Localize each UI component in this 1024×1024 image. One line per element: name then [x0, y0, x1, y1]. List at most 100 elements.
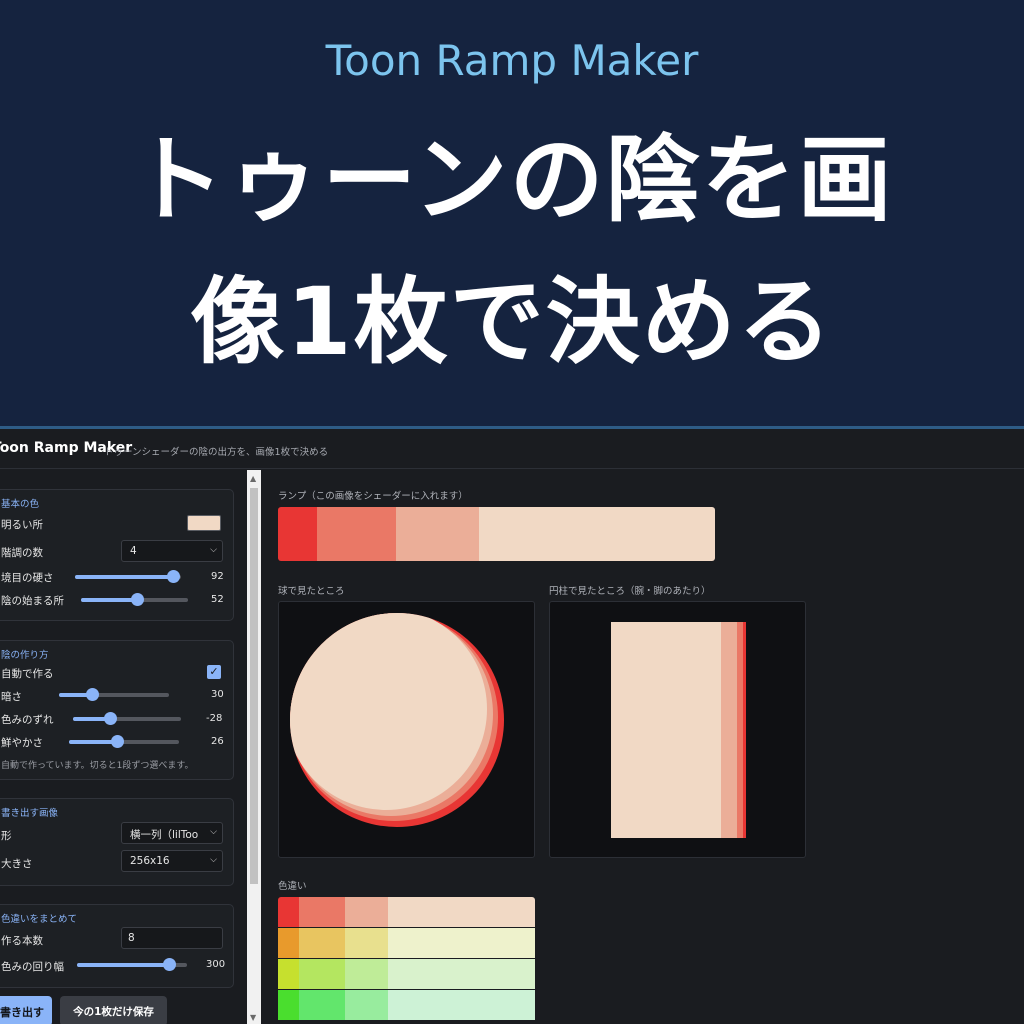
- hero-subtitle: Toon Ramp Maker: [325, 36, 699, 85]
- auto-generate-label: 自動で作る: [1, 668, 54, 680]
- hue-shift-value: -28: [206, 713, 223, 724]
- shadow-start-slider[interactable]: [81, 593, 188, 607]
- bright-color-label: 明るい所: [1, 519, 43, 531]
- variant-step: [344, 990, 389, 1020]
- chevron-down-icon: ⌵: [210, 855, 217, 865]
- slider-fill: [69, 740, 117, 744]
- save-current-button[interactable]: 今の1枚だけ保存: [60, 996, 167, 1024]
- shape-label: 形: [1, 830, 12, 842]
- variant-step: [298, 959, 345, 989]
- hue-shift-slider[interactable]: [73, 712, 181, 726]
- ramp-preview: [278, 507, 715, 561]
- variant-step: [344, 928, 389, 958]
- shape-value: 横一列（lilToo: [130, 829, 199, 841]
- slider-fill: [75, 575, 173, 579]
- slider-thumb[interactable]: [110, 735, 124, 748]
- variant-ramps: [278, 897, 535, 1024]
- app-header: Toon Ramp Maker トゥーンシェーダーの陰の出方を、画像1枚で決める: [0, 429, 1024, 469]
- panel-export-image: 書き出す画像 形 横一列（lilToo ⌵ 大きさ 256x16 ⌵: [0, 798, 234, 886]
- sidebar-scrollbar[interactable]: ▲ ▼: [247, 470, 261, 1024]
- scroll-up-arrow-icon[interactable]: ▲: [250, 474, 256, 483]
- panel-title: 色違いをまとめて: [1, 914, 78, 925]
- panel-title: 陰の作り方: [1, 650, 49, 661]
- slider-thumb[interactable]: [86, 688, 99, 701]
- hero-title-line-2: 像1枚で決める: [190, 268, 834, 377]
- app-subtitle: トゥーンシェーダーの陰の出方を、画像1枚で決める: [104, 447, 329, 458]
- darkness-value: 30: [211, 689, 224, 700]
- hero-title: トゥーンの陰を画 像1枚で決める: [0, 110, 1024, 394]
- variant-step: [344, 959, 389, 989]
- variant-ramp-row[interactable]: [278, 897, 535, 927]
- variant-ramp-row[interactable]: [278, 959, 535, 989]
- darkness-label: 暗さ: [1, 691, 22, 703]
- cylinder-shading: [611, 622, 746, 838]
- hue-range-value: 300: [206, 959, 226, 970]
- vividness-value: 26: [211, 736, 224, 747]
- hardness-slider[interactable]: [75, 570, 181, 584]
- variant-step: [388, 959, 535, 989]
- cylinder-lit-area: [611, 622, 721, 838]
- scrollbar-thumb[interactable]: [250, 488, 258, 884]
- variant-step: [388, 897, 535, 927]
- hero-banner: Toon Ramp Maker トゥーンの陰を画 像1枚で決める: [0, 0, 1024, 429]
- variant-ramp-row[interactable]: [278, 990, 535, 1020]
- panel-shadow-method: 陰の作り方 自動で作る ✓ 暗さ 30 色みのずれ -28 鮮やかさ 26 自動…: [0, 640, 234, 780]
- panel-title: 基本の色: [1, 499, 40, 510]
- chevron-down-icon: ⌵: [210, 545, 217, 555]
- variant-step: [344, 897, 389, 927]
- sphere-preview: [278, 601, 535, 858]
- steps-select[interactable]: 4 ⌵: [121, 540, 223, 562]
- variant-ramp-row[interactable]: [278, 928, 535, 958]
- bright-color-picker[interactable]: [187, 515, 221, 531]
- export-button[interactable]: 書き出す: [0, 996, 52, 1024]
- sphere-lit-area: [290, 613, 487, 810]
- auto-hint-text: 自動で作っています。切ると1段ずつ選べます。: [1, 761, 194, 771]
- slider-fill: [77, 963, 169, 967]
- variant-step: [298, 928, 345, 958]
- settings-sidebar: 基本の色 明るい所 階調の数 4 ⌵ 境目の硬さ 92 陰の始まる所 52 陰の…: [0, 470, 247, 1024]
- count-label: 作る本数: [1, 935, 43, 947]
- ramp-step: [278, 507, 318, 561]
- variant-step: [278, 990, 299, 1020]
- vividness-slider[interactable]: [69, 735, 179, 749]
- variant-step: [278, 959, 299, 989]
- preview-area: ランプ（この画像をシェーダーに入れます） 球で見たところ 円柱で見たところ（腕・…: [261, 470, 1024, 1024]
- vividness-label: 鮮やかさ: [1, 737, 43, 749]
- hue-range-label: 色みの回り幅: [1, 961, 64, 973]
- variant-step: [298, 897, 345, 927]
- panel-basic-colors: 基本の色 明るい所 階調の数 4 ⌵ 境目の硬さ 92 陰の始まる所 52: [0, 489, 234, 621]
- slider-thumb[interactable]: [104, 712, 118, 725]
- auto-generate-checkbox[interactable]: ✓: [207, 665, 221, 679]
- hardness-value: 92: [211, 571, 224, 582]
- size-value: 256x16: [130, 855, 170, 867]
- hardness-label: 境目の硬さ: [1, 572, 54, 584]
- shape-select[interactable]: 横一列（lilToo ⌵: [121, 822, 223, 844]
- hero-title-line-1: トゥーンの陰を画: [130, 126, 894, 235]
- hue-range-slider[interactable]: [77, 958, 187, 972]
- slider-thumb[interactable]: [162, 958, 176, 971]
- scroll-down-arrow-icon[interactable]: ▼: [250, 1013, 256, 1022]
- slider-fill: [81, 598, 137, 602]
- ramp-label: ランプ（この画像をシェーダーに入れます）: [278, 491, 468, 502]
- panel-batch-variants: 色違いをまとめて 作る本数 8 色みの回り幅 300: [0, 904, 234, 988]
- variant-step: [298, 990, 345, 1020]
- shadow-start-label: 陰の始まる所: [1, 595, 64, 607]
- size-select[interactable]: 256x16 ⌵: [121, 850, 223, 872]
- panel-title: 書き出す画像: [1, 808, 59, 819]
- hue-shift-label: 色みのずれ: [1, 714, 54, 726]
- variant-step: [278, 897, 299, 927]
- variant-step: [278, 928, 299, 958]
- variants-label: 色違い: [278, 881, 307, 892]
- ramp-step: [395, 507, 479, 561]
- count-input[interactable]: 8: [121, 927, 223, 949]
- shadow-start-value: 52: [211, 594, 224, 605]
- slider-thumb[interactable]: [130, 593, 144, 606]
- sphere-label: 球で見たところ: [278, 586, 345, 597]
- slider-thumb[interactable]: [166, 570, 180, 583]
- size-label: 大きさ: [1, 858, 33, 870]
- darkness-slider[interactable]: [59, 688, 169, 702]
- ramp-step: [479, 507, 715, 561]
- variant-step: [388, 990, 535, 1020]
- ramp-step: [317, 507, 396, 561]
- steps-label: 階調の数: [1, 547, 43, 559]
